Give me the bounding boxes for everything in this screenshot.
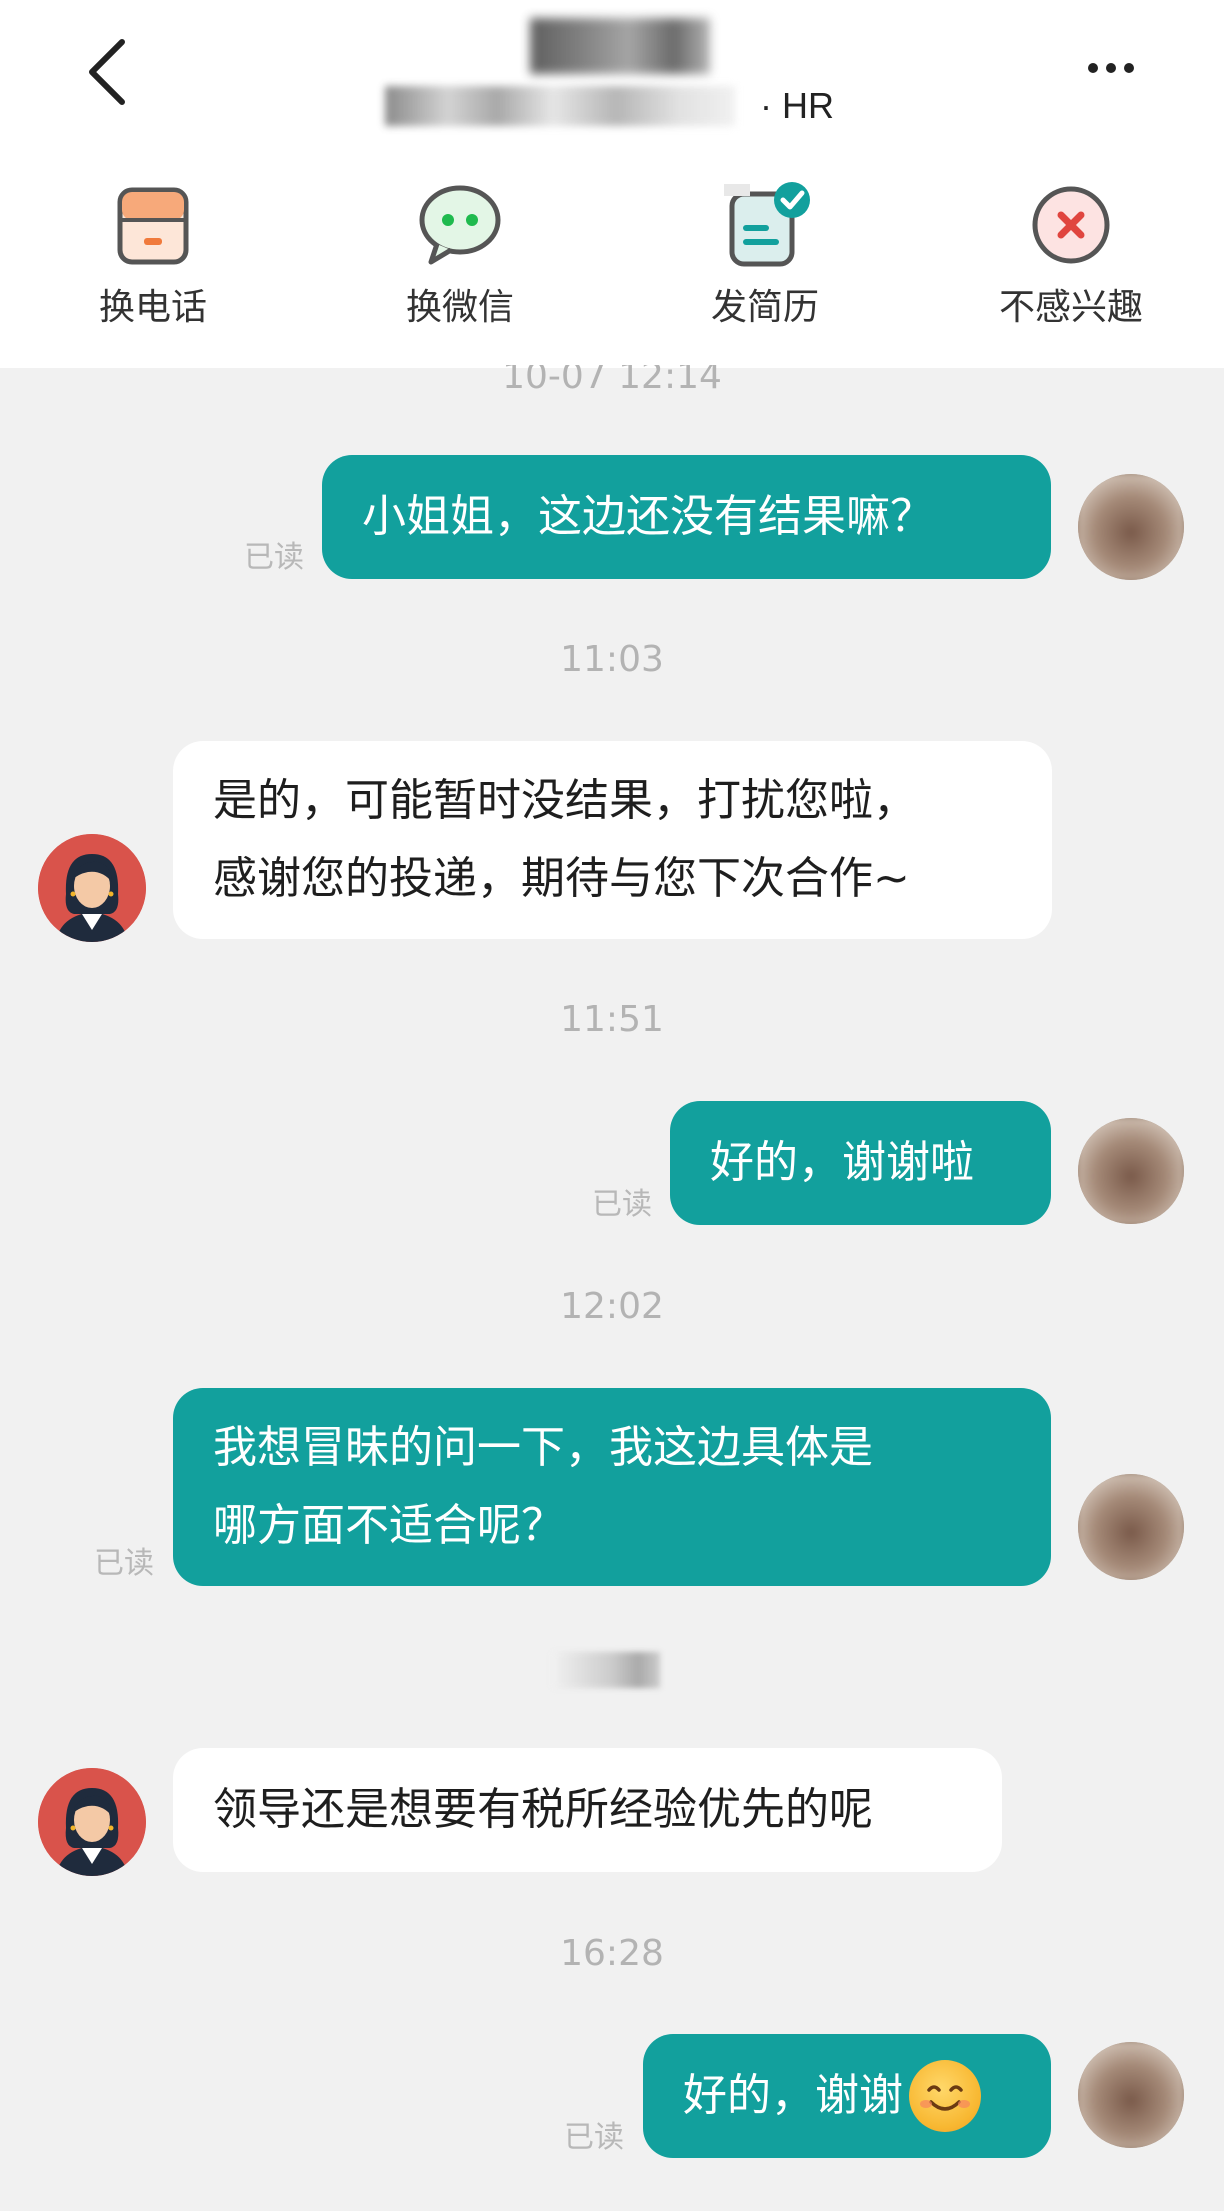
message-text: 小姐姐，这边还没有结果嘛？ <box>362 491 934 542</box>
read-status: 已读 <box>564 2120 624 2155</box>
contact-name-blurred <box>530 18 710 74</box>
message-text-line: 是的，可能暂时没结果，打扰您啦， <box>213 775 917 826</box>
message-text: 好的，谢谢 <box>683 2070 903 2121</box>
smiling-face-emoji-icon <box>909 2060 981 2132</box>
action-label: 不感兴趣 <box>998 287 1143 328</box>
chat-header: · HR 换电话 换微信 发简历 不感兴趣 <box>0 0 1224 368</box>
message-text: 领导还是想要有税所经验优先的呢 <box>213 1784 873 1835</box>
action-label: 发简历 <box>710 287 819 328</box>
hr-avatar[interactable] <box>38 834 146 942</box>
hr-avatar[interactable] <box>38 1768 146 1876</box>
action-exchange-wechat[interactable]: 换微信 <box>360 180 560 330</box>
action-send-resume[interactable]: 发简历 <box>665 180 865 330</box>
message-text: 好的，谢谢啦 <box>710 1137 974 1188</box>
action-not-interested[interactable]: 不感兴趣 <box>971 180 1171 330</box>
message-text-line: 我想冒昧的问一下，我这边具体是 <box>213 1422 873 1473</box>
action-exchange-phone[interactable]: 换电话 <box>53 180 253 330</box>
company-name-blurred <box>385 86 735 126</box>
message-bubble-outgoing[interactable]: 小姐姐，这边还没有结果嘛？ <box>322 455 1051 579</box>
action-label: 换微信 <box>405 287 514 328</box>
back-button[interactable] <box>78 36 138 108</box>
more-horizontal-icon <box>1088 63 1098 73</box>
hr-avatar-illustration <box>38 1768 146 1876</box>
message-bubble-outgoing[interactable]: 好的，谢谢 <box>643 2034 1051 2158</box>
timestamp-blurred <box>552 1652 660 1688</box>
my-avatar[interactable] <box>1078 1118 1184 1224</box>
my-avatar[interactable] <box>1078 1474 1184 1580</box>
resume-check-icon <box>720 180 810 270</box>
timestamp: 11:03 <box>560 639 664 680</box>
my-avatar[interactable] <box>1078 474 1184 580</box>
timestamp: 16:28 <box>560 1933 664 1974</box>
more-button[interactable] <box>1088 58 1148 82</box>
message-bubble-incoming[interactable]: 领导还是想要有税所经验优先的呢 <box>173 1748 1002 1872</box>
wechat-bubble-icon <box>415 180 505 270</box>
message-bubble-outgoing[interactable]: 好的，谢谢啦 <box>670 1101 1051 1225</box>
read-status: 已读 <box>592 1187 652 1222</box>
hr-avatar-illustration <box>38 834 146 942</box>
message-bubble-incoming[interactable]: 是的，可能暂时没结果，打扰您啦， 感谢您的投递，期待与您下次合作~ <box>173 741 1052 939</box>
timestamp: 12:02 <box>560 1286 664 1327</box>
action-label: 换电话 <box>98 287 207 328</box>
my-avatar[interactable] <box>1078 2042 1184 2148</box>
timestamp: 11:51 <box>560 999 664 1040</box>
chevron-left-icon <box>89 39 125 105</box>
message-text-line: 感谢您的投递，期待与您下次合作~ <box>213 853 910 904</box>
read-status: 已读 <box>94 1546 154 1581</box>
message-bubble-outgoing[interactable]: 我想冒昧的问一下，我这边具体是 哪方面不适合呢？ <box>173 1388 1051 1586</box>
contact-role: · HR <box>760 85 834 126</box>
phone-card-icon <box>108 180 198 270</box>
not-interested-icon <box>1026 180 1116 270</box>
read-status: 已读 <box>244 540 304 575</box>
message-text-line: 哪方面不适合呢？ <box>213 1500 565 1551</box>
